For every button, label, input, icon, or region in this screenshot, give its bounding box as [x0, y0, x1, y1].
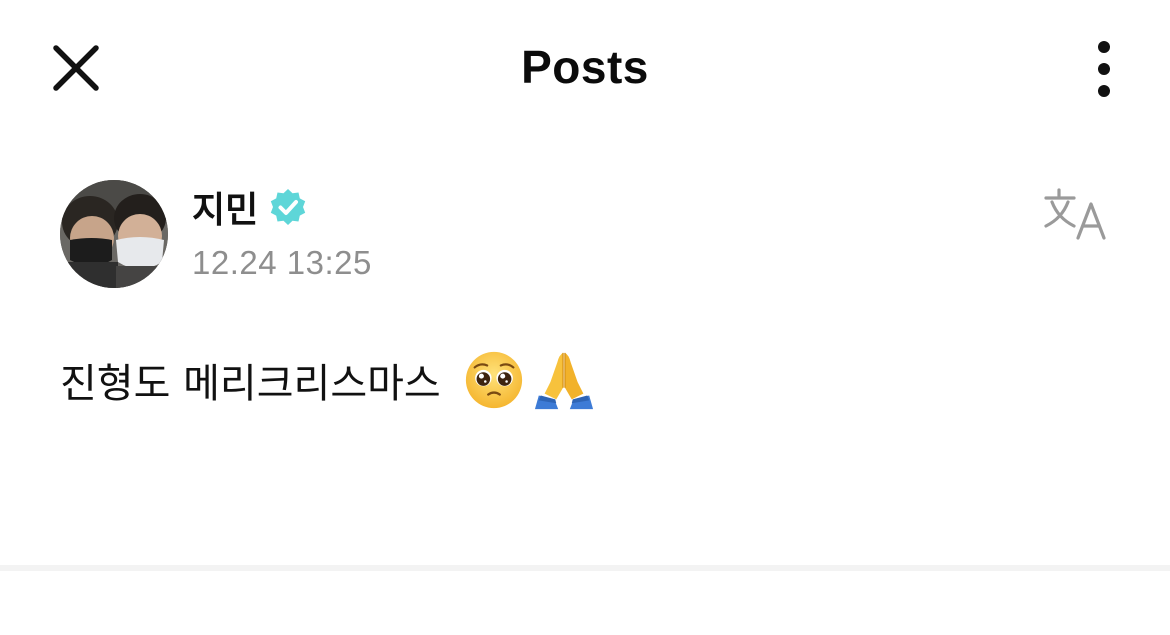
more-options-button[interactable]	[1080, 34, 1128, 104]
author-name[interactable]: 지민	[192, 181, 258, 233]
post-detail-screen: Posts 지민 12.24 13:25 진형도 메리크리스마스	[0, 0, 1170, 635]
author-row: 지민	[192, 180, 308, 234]
pleading-face-emoji	[465, 351, 522, 409]
post-timestamp: 12.24 13:25	[192, 244, 372, 281]
translate-icon	[1044, 188, 1106, 240]
section-divider	[0, 565, 1170, 571]
post-content: 진형도 메리크리스마스	[60, 345, 595, 415]
more-vertical-icon	[1098, 41, 1110, 97]
post-text: 진형도 메리크리스마스	[60, 361, 441, 407]
avatar-photo	[60, 180, 168, 288]
verified-badge-icon	[271, 189, 306, 225]
emoji-group	[463, 349, 595, 411]
folded-hands-emoji	[534, 352, 593, 410]
page-title: Posts	[521, 41, 649, 93]
author-avatar[interactable]	[60, 180, 168, 288]
top-bar: Posts	[0, 0, 1170, 140]
translate-button[interactable]	[1040, 184, 1120, 244]
